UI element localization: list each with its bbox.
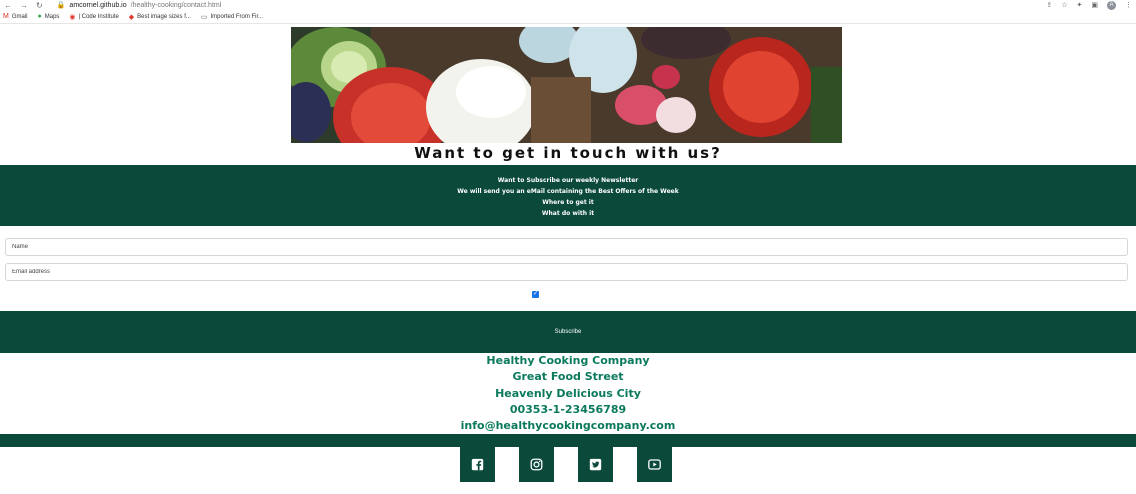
address-bar[interactable]: 🔒 amcornel.github.io/healthy-cooking/con…: [56, 1, 222, 10]
youtube-icon: [648, 459, 661, 470]
bookmark-imported[interactable]: ▭ Imported From Fir...: [201, 13, 263, 21]
url-path: /healthy-cooking/contact.html: [130, 1, 222, 9]
instagram-link[interactable]: [519, 447, 554, 482]
twitter-icon: [589, 458, 602, 471]
youtube-link[interactable]: [637, 447, 672, 482]
email-address: info@healthycookingcompany.com: [460, 419, 676, 433]
consent-checkbox[interactable]: ✓: [532, 291, 539, 298]
newsletter-banner: Want to Subscribe our weekly Newsletter …: [0, 165, 1136, 226]
newsletter-line: We will send you an eMail containing the…: [457, 188, 679, 195]
browser-nav: ← → ↻: [4, 1, 43, 10]
bookmark-image-sizes[interactable]: ◆ Best image sizes f...: [129, 13, 191, 21]
browser-toolbar: ← → ↻ 🔒 amcornel.github.io/healthy-cooki…: [0, 0, 1136, 10]
extensions-icon[interactable]: ✦: [1077, 1, 1083, 9]
contact-info: Healthy Cooking Company Great Food Stree…: [0, 353, 1136, 434]
twitter-link[interactable]: [578, 447, 613, 482]
city: Heavenly Delicious City: [495, 386, 641, 400]
sidebar-icon[interactable]: ▣: [1091, 1, 1098, 9]
maps-icon: ●: [37, 13, 42, 20]
reload-icon[interactable]: ↻: [36, 1, 43, 10]
instagram-icon: [530, 458, 543, 471]
share-icon[interactable]: ⇪: [1046, 1, 1052, 9]
street-address: Great Food Street: [512, 370, 624, 384]
newsletter-line: Where to get it: [542, 199, 594, 206]
code-institute-icon: ◉: [69, 13, 76, 21]
forward-arrow-icon[interactable]: →: [20, 1, 28, 10]
url-host: amcornel.github.io: [69, 1, 127, 9]
folder-icon: ▭: [200, 13, 208, 21]
browser-actions: ⇪ ☆ ✦ ▣ A ⋮: [1046, 0, 1132, 10]
hero-image: [291, 27, 842, 143]
footer-bar: [0, 434, 1136, 447]
company-name: Healthy Cooking Company: [486, 354, 650, 367]
bookmark-maps[interactable]: ● Maps: [38, 13, 60, 20]
bookmarks-bar: M Gmail ● Maps ◉ | Code Institute ◆ Best ima…: [0, 10, 1136, 24]
lock-icon: 🔒: [56, 2, 66, 9]
email-input[interactable]: [5, 263, 1128, 281]
back-arrow-icon[interactable]: ←: [4, 1, 12, 10]
name-input[interactable]: [5, 238, 1128, 256]
menu-icon[interactable]: ⋮: [1125, 1, 1132, 9]
checkmark-icon: ✓: [532, 291, 539, 297]
bookmark-icon: ◆: [128, 13, 135, 21]
phone-number: 00353-1-23456789: [509, 402, 627, 416]
newsletter-line: Want to Subscribe our weekly Newsletter: [497, 177, 639, 184]
star-icon[interactable]: ☆: [1061, 1, 1067, 9]
newsletter-line: What do with it: [541, 210, 595, 217]
bookmark-code-institute[interactable]: ◉ | Code Institute: [69, 13, 118, 21]
bookmark-gmail[interactable]: M Gmail: [3, 13, 28, 20]
gmail-icon: M: [3, 13, 9, 20]
facebook-link[interactable]: [460, 447, 495, 482]
facebook-icon: [471, 458, 484, 471]
avatar[interactable]: A: [1107, 0, 1116, 10]
page-title: Want to get in touch with us?: [414, 144, 722, 162]
subscribe-button[interactable]: Subscribe: [0, 311, 1136, 353]
